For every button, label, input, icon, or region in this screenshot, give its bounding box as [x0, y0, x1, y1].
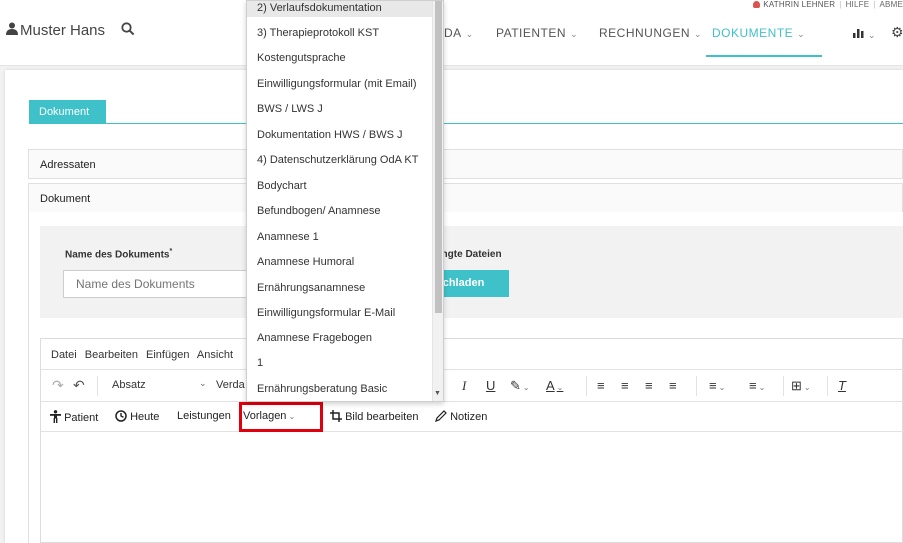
section-adressaten[interactable]: Adressaten [28, 149, 903, 179]
template-item[interactable]: Bodychart [257, 180, 307, 192]
nav-item-statistics[interactable]: ⌄ [853, 27, 876, 41]
numbered-list-icon[interactable]: ≡ ⌄ [709, 378, 725, 393]
align-right-icon[interactable]: ≡ [645, 378, 653, 393]
patient-button[interactable]: Patient [50, 410, 98, 424]
font-family-select[interactable]: Verda [216, 379, 245, 391]
text-color-icon[interactable]: A ⌄ [546, 378, 563, 393]
template-item[interactable]: Einwilligungsformular E-Mail [257, 307, 395, 319]
italic-icon[interactable]: I [462, 378, 466, 394]
today-button[interactable]: Heute [115, 410, 159, 423]
user-menu: KATHRIN LEHNER | HILFE | ABME [753, 0, 903, 12]
nav-item-dokumente[interactable]: DOKUMENTE ⌄ [712, 26, 805, 40]
template-item[interactable]: Anamnese Humoral [257, 256, 354, 268]
user-icon [753, 1, 761, 8]
nav-item-patienten[interactable]: PATIENTEN ⌄ [496, 26, 578, 40]
template-item[interactable]: Anamnese Fragebogen [257, 332, 372, 344]
pencil-icon [435, 410, 447, 423]
tab-dokument[interactable]: Dokument [29, 100, 106, 124]
chevron-down-icon: ⌄ [199, 378, 207, 388]
document-name-input[interactable] [63, 270, 253, 298]
services-button[interactable]: Leistungen [177, 410, 231, 422]
logout-link[interactable]: ABME [880, 0, 903, 9]
clock-icon [115, 410, 127, 423]
template-item[interactable]: Ernährungsberatung Basic [257, 383, 387, 395]
align-left-icon[interactable]: ≡ [597, 378, 605, 393]
chevron-down-icon: ⌄ [694, 29, 703, 39]
bullet-list-icon[interactable]: ≡ ⌄ [749, 378, 765, 393]
chevron-down-icon: ⌄ [868, 30, 877, 40]
person-standing-icon [50, 410, 61, 424]
undo-icon[interactable]: ↶ [73, 377, 85, 394]
redo-icon[interactable]: ↷ [52, 377, 64, 394]
template-item[interactable]: 3) Therapieprotokoll KST [257, 27, 379, 39]
notes-button[interactable]: Notizen [435, 410, 487, 423]
templates-dropdown[interactable]: 2) Verlaufsdokumentation 3) Therapieprot… [246, 0, 444, 402]
editor-custom-toolbar: Patient Heute Leistungen Vorlagen ⌄ Bild … [41, 401, 903, 432]
bar-chart-icon [853, 27, 864, 41]
template-item[interactable]: 2) Verlaufsdokumentation [257, 2, 382, 14]
scroll-down-arrow-icon[interactable]: ▼ [434, 390, 441, 397]
chevron-down-icon: ⌄ [570, 29, 579, 39]
templates-highlight [239, 402, 323, 432]
template-item[interactable]: 4) Datenschutzerklärung OdA KT [257, 154, 418, 166]
menu-bearbeiten[interactable]: Bearbeiten [85, 349, 138, 361]
align-center-icon[interactable]: ≡ [621, 378, 629, 393]
align-justify-icon[interactable]: ≡ [669, 378, 677, 393]
chevron-down-icon: ⌄ [797, 29, 806, 39]
table-icon[interactable]: ⊞ ⌄ [791, 378, 811, 394]
help-link[interactable]: HILFE [846, 0, 870, 9]
scrollbar-thumb[interactable] [435, 1, 442, 313]
patient-name: Muster Hans [20, 22, 106, 39]
menu-datei[interactable]: Datei [51, 349, 77, 361]
block-format-select[interactable]: Absatz [112, 379, 146, 391]
user-name-link[interactable]: KATHRIN LEHNER [763, 0, 835, 9]
section-dokument[interactable]: Dokument [28, 183, 903, 213]
gear-icon[interactable]: ⚙ [891, 24, 903, 41]
template-item[interactable]: 1 [257, 357, 263, 369]
attached-files-label: ängte Dateien [436, 249, 502, 260]
person-icon [6, 22, 18, 39]
template-item[interactable]: Einwilligungsformular (mit Email) [257, 78, 417, 90]
crop-icon [330, 410, 342, 423]
highlight-color-icon[interactable]: ✎ ⌄ [510, 378, 530, 394]
tab-divider [29, 123, 903, 124]
active-nav-indicator [706, 55, 822, 57]
editor-menubar: Datei Bearbeiten Einfügen Ansicht [41, 339, 903, 369]
edit-image-button[interactable]: Bild bearbeiten [330, 410, 418, 423]
menu-ansicht[interactable]: Ansicht [197, 349, 233, 361]
template-item[interactable]: Anamnese 1 [257, 231, 319, 243]
template-item[interactable]: Kostengutsprache [257, 52, 346, 64]
template-item[interactable]: Dokumentation HWS / BWS J [257, 129, 403, 141]
chevron-down-icon: ⌄ [465, 29, 474, 39]
nav-item-agenda[interactable]: DA ⌄ [444, 26, 474, 40]
patient-brand[interactable]: Muster Hans [6, 22, 135, 39]
search-icon[interactable] [117, 22, 135, 39]
editor-format-toolbar: ↷ ↶ Absatz ⌄ Verda I U ✎ ⌄ A ⌄ ≡ ≡ ≡ ≡ ≡ ⌄ … [41, 369, 903, 401]
template-item[interactable]: Ernährungsanamnese [257, 282, 365, 294]
menu-einfuegen[interactable]: Einfügen [146, 349, 189, 361]
clear-formatting-icon[interactable]: T [838, 378, 846, 393]
top-bar: KATHRIN LEHNER | HILFE | ABME Muster Hans DA… [0, 0, 903, 66]
nav-item-rechnungen[interactable]: RECHNUNGEN ⌄ [599, 26, 702, 40]
template-item[interactable]: BWS / LWS J [257, 103, 323, 115]
underline-icon[interactable]: U [486, 378, 495, 393]
template-item[interactable]: Befundbogen/ Anamnese [257, 205, 381, 217]
document-name-label: Name des Dokuments* [65, 248, 173, 261]
